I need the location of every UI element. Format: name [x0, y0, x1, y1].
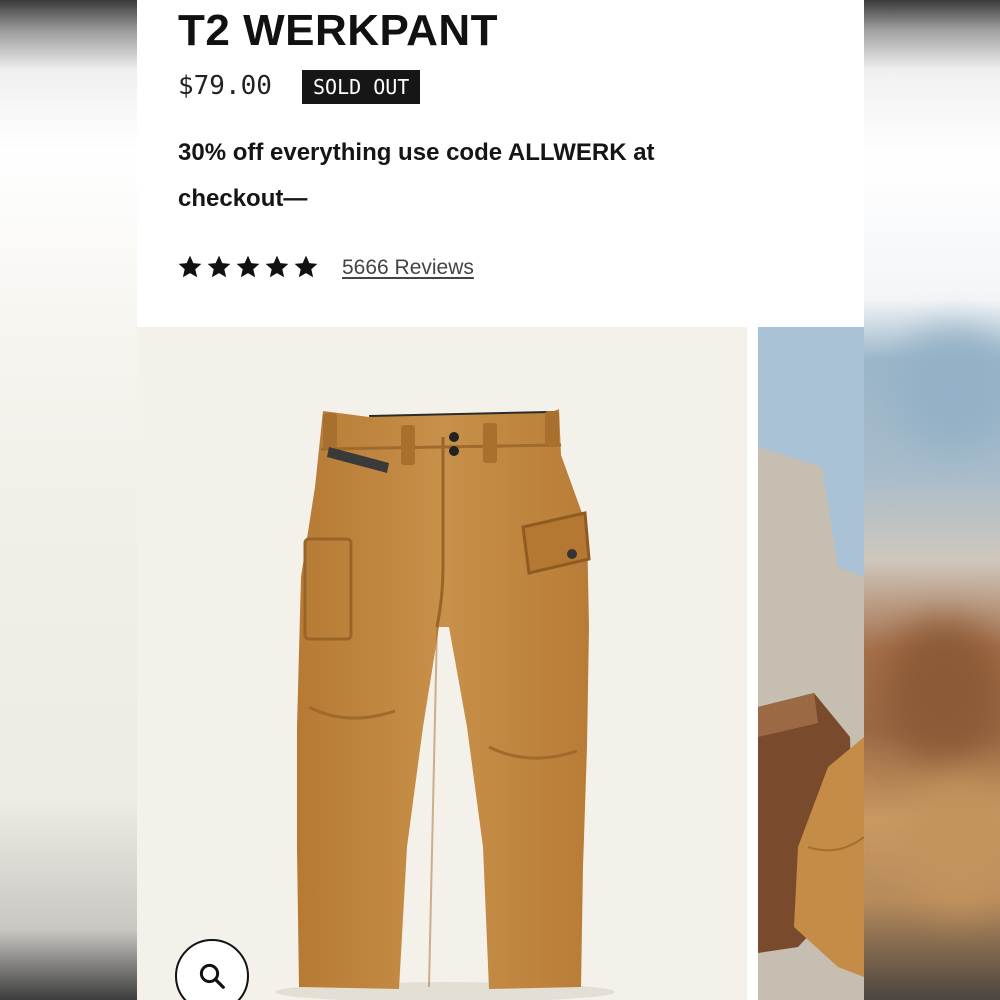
product-image-next[interactable]	[758, 327, 864, 1000]
product-page: T2 WERKPANT $79.00 SOLD OUT 30% off ever…	[137, 0, 864, 1000]
product-price: $79.00	[178, 71, 272, 101]
tan-work-pants-image	[275, 409, 615, 1000]
blurred-background-left	[0, 0, 137, 1000]
reviews-link[interactable]: 5666 Reviews	[342, 256, 474, 280]
sold-out-badge: SOLD OUT	[302, 70, 421, 104]
star-icon	[294, 255, 318, 278]
star-icon	[207, 255, 231, 278]
star-icon	[178, 255, 202, 278]
star-rating	[177, 254, 319, 280]
product-image-gallery[interactable]	[137, 327, 864, 1000]
blurred-background-right	[864, 0, 1000, 1000]
magnifier-icon	[199, 963, 225, 989]
product-title: T2 WERKPANT	[178, 6, 499, 55]
star-icon	[265, 255, 289, 278]
star-icon	[236, 255, 260, 278]
pants-and-boot-image	[758, 327, 864, 1000]
product-image-main[interactable]	[137, 327, 747, 1000]
promo-message: 30% off everything use code ALLWERK at c…	[178, 139, 655, 212]
